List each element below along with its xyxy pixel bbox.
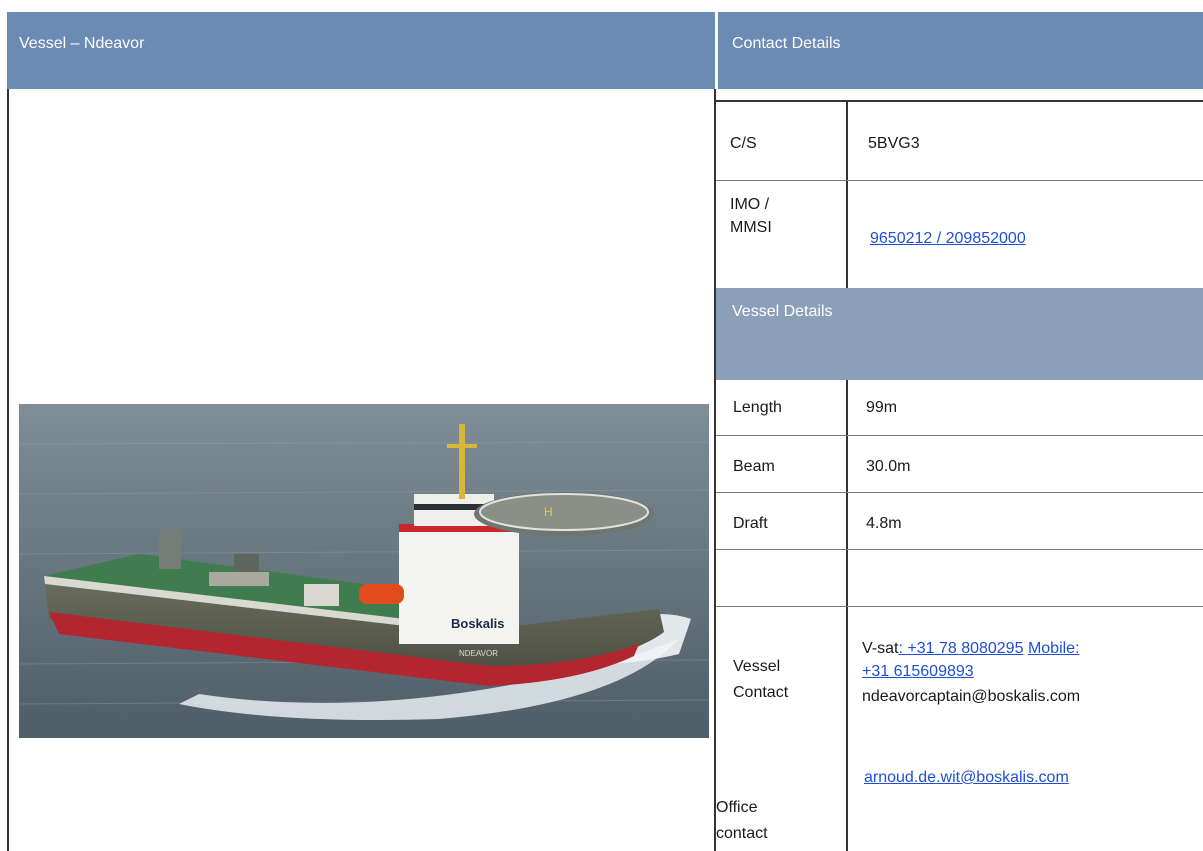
vsat-phone-link[interactable]: : +31 78 8080295 [898,640,1023,657]
row-divider-beam [716,492,1203,493]
vessel-photo-image: H Boskalis NDEAVOR [19,404,709,738]
mobile-link-label[interactable]: Mobile: [1028,640,1080,657]
imo-label-line2: MMSI [730,219,772,236]
row-divider-draft [716,549,1203,550]
office-contact-label-line1: Office [716,799,758,816]
office-contact-label-line2: contact [716,825,768,842]
imo-label: IMO / MMSI [730,193,772,239]
mobile-line: +31 615609893 [862,660,1202,683]
middle-border [714,89,716,851]
imo-mmsi-link[interactable]: 9650212 / 209852000 [870,227,1026,250]
length-value: 99m [866,399,898,416]
vessel-photo: H Boskalis NDEAVOR [19,404,709,738]
vessel-contact-label-line1: Vessel [733,658,781,675]
vessel-contact-details: V-sat: +31 78 8080295 Mobile: +31 615609… [862,637,1202,708]
beam-label: Beam [733,458,775,475]
vessel-details-header: Vessel Details [716,288,1203,380]
vessel-details-title: Vessel Details [732,303,833,320]
draft-label: Draft [733,515,768,532]
label-column-border-lower [846,380,848,851]
office-contact-label: Office contact [716,795,768,847]
contact-details-title: Contact Details [732,35,841,52]
svg-text:H: H [544,505,553,519]
beam-value: 30.0m [866,458,911,475]
vessel-header: Vessel – Ndeavor [7,12,715,89]
mobile-phone-link[interactable]: +31 615609893 [862,663,974,680]
boskalis-logo-text: Boskalis [451,616,504,631]
vessel-email: ndeavorcaptain@boskalis.com [862,688,1081,705]
length-label: Length [733,399,782,416]
row-divider-contact [716,606,1203,607]
row-divider-cs [716,180,1203,181]
left-border [7,89,9,851]
vessel-header-title: Vessel – Ndeavor [19,35,145,52]
vessel-contact-label-line2: Contact [733,684,789,701]
label-column-border [846,100,848,288]
cs-value: 5BVG3 [868,135,920,152]
draft-value: 4.8m [866,515,902,532]
contact-details-header: Contact Details [718,12,1203,89]
vsat-line: V-sat: +31 78 8080295 Mobile: [862,637,1202,660]
cs-label: C/S [730,135,757,152]
top-table-border [714,100,1203,102]
header-divider [715,12,718,89]
vsat-prefix: V-sat [862,640,899,657]
vessel-contact-label: Vessel Contact [733,654,788,706]
hull-name-text: NDEAVOR [459,649,498,658]
row-divider-length [716,435,1203,436]
imo-label-line1: IMO / [730,196,770,213]
office-email-link[interactable]: arnoud.de.wit@boskalis.com [864,766,1069,789]
